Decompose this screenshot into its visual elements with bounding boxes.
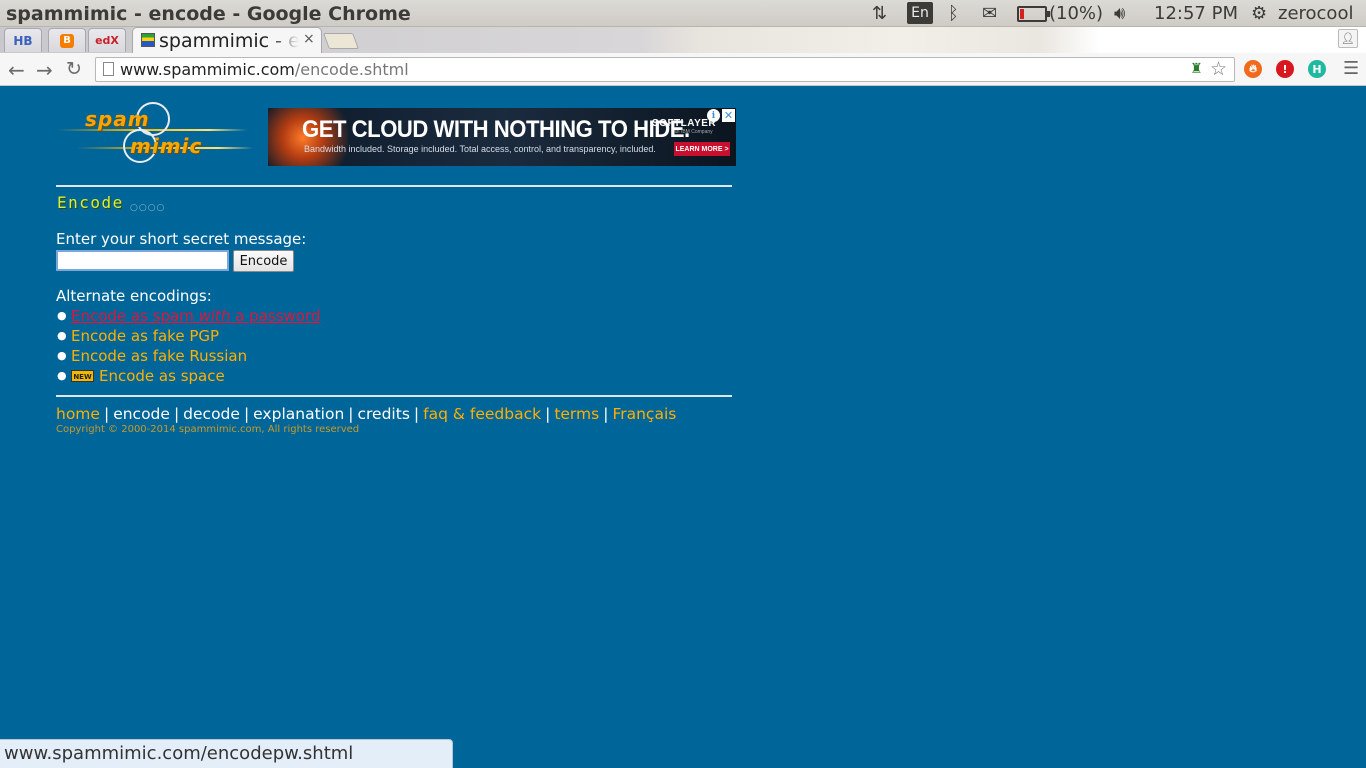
address-bar[interactable]: www.spammimic.com/encode.shtml ♜ ☆ bbox=[95, 57, 1235, 82]
nav-separator: | bbox=[348, 405, 354, 423]
reload-icon[interactable]: ↻ bbox=[66, 58, 82, 80]
divider bbox=[56, 185, 732, 187]
alternate-encodings-label: Alternate encodings: bbox=[56, 287, 212, 305]
profile-icon[interactable]: 👤︎ bbox=[1338, 29, 1358, 48]
hb-favicon-icon: HB bbox=[13, 33, 33, 48]
url-path: /encode.shtml bbox=[294, 60, 409, 79]
nav-explanation-link[interactable]: explanation bbox=[253, 405, 344, 423]
tab-title: spammimic - encode bbox=[159, 30, 299, 52]
message-prompt-label: Enter your short secret message: bbox=[56, 230, 307, 248]
nav-separator: | bbox=[545, 405, 551, 423]
logo-word-mimic: mimic bbox=[130, 134, 203, 158]
nav-separator: | bbox=[243, 405, 250, 423]
window-title: spammimic - encode - Google Chrome bbox=[6, 3, 411, 25]
nav-credits-link[interactable]: credits bbox=[358, 405, 410, 423]
ad-brand: SOFTLAYER bbox=[652, 118, 717, 129]
stop-extension-icon[interactable]: ! bbox=[1276, 60, 1294, 78]
tab-strip: HB B edX spammimic - encode × 👤︎ bbox=[0, 27, 1366, 53]
pinned-tab-edx[interactable]: edX bbox=[88, 28, 126, 52]
tab-close-icon[interactable]: × bbox=[303, 31, 315, 47]
address-url[interactable]: www.spammimic.com/encode.shtml bbox=[120, 60, 409, 79]
new-tab-button[interactable] bbox=[323, 33, 359, 49]
copyright: Copyright © 2000-2014 spammimic.com, All… bbox=[56, 424, 360, 435]
mail-icon[interactable]: ✉ bbox=[982, 2, 997, 25]
chrome-menu-icon[interactable]: ☰ bbox=[1343, 58, 1359, 79]
bullet: ● bbox=[57, 329, 67, 342]
list-item: ● Encode as fake PGP bbox=[57, 327, 219, 345]
encode-spam-password-link[interactable]: Encode as spam with a password bbox=[71, 307, 320, 325]
status-bubble: www.spammimic.com/encodepw.shtml bbox=[0, 739, 453, 768]
url-host: www.spammimic.com bbox=[120, 60, 295, 79]
pinned-tab-blogger[interactable]: B bbox=[48, 28, 86, 52]
system-top-panel: spammimic - encode - Google Chrome ⇅ En … bbox=[0, 0, 1366, 27]
encode-as-space-link[interactable]: Encode as space bbox=[99, 367, 225, 385]
bullet: ● bbox=[57, 369, 67, 382]
network-updown-icon[interactable]: ⇅ bbox=[872, 2, 887, 25]
ad-info-icon[interactable]: i bbox=[707, 109, 720, 122]
spammimic-favicon-icon bbox=[141, 33, 155, 47]
ad-subtext: Bandwidth included. Storage included. To… bbox=[304, 144, 656, 154]
blogger-favicon-icon: B bbox=[60, 33, 74, 48]
pinned-tab-hb[interactable]: HB bbox=[4, 28, 42, 52]
volume-icon[interactable]: 🔊︎ bbox=[1114, 2, 1125, 25]
title-decoration: ○○○○ bbox=[130, 203, 166, 213]
battery-icon bbox=[1017, 5, 1050, 22]
encode-fake-pgp-link[interactable]: Encode as fake PGP bbox=[71, 327, 219, 345]
encode-fake-russian-link[interactable]: Encode as fake Russian bbox=[71, 347, 247, 365]
encode-button[interactable]: Encode bbox=[233, 250, 294, 272]
browser-toolbar: ← → ↻ www.spammimic.com/encode.shtml ♜ ☆… bbox=[0, 53, 1366, 86]
keyboard-language-indicator[interactable]: En bbox=[907, 2, 933, 24]
bullet: ● bbox=[57, 309, 67, 322]
nav-francais-link[interactable]: Français bbox=[612, 405, 676, 423]
user-name[interactable]: zerocool bbox=[1278, 2, 1353, 25]
section-title: Encode bbox=[57, 193, 124, 212]
nav-faq-feedback-link[interactable]: faq & feedback bbox=[423, 405, 541, 423]
ad-learn-more-button[interactable]: LEARN MORE > bbox=[674, 142, 730, 156]
list-item: ● Encode as fake Russian bbox=[57, 347, 247, 365]
logo-word-spam: spam bbox=[85, 107, 150, 131]
nav-terms-link[interactable]: terms bbox=[554, 405, 599, 423]
list-item: ● NEW Encode as space bbox=[57, 367, 225, 385]
new-badge: NEW bbox=[71, 370, 94, 382]
clock[interactable]: 12:57 PM bbox=[1154, 2, 1238, 25]
page-icon bbox=[103, 62, 114, 76]
nav-encode-link[interactable]: encode bbox=[113, 405, 170, 423]
ad-headline: GET CLOUD WITH NOTHING TO HIDE. bbox=[302, 116, 690, 143]
spammimic-logo[interactable]: spam mimic bbox=[57, 102, 255, 164]
footer-nav: home | encode | decode | explanation | credits | f… bbox=[56, 405, 676, 423]
link-text: a password bbox=[230, 307, 321, 325]
nav-home-link[interactable]: home bbox=[56, 405, 100, 423]
fire-extension-icon[interactable]: 🔥︎ bbox=[1244, 60, 1262, 78]
secret-message-input[interactable] bbox=[56, 250, 229, 271]
battery-indicator[interactable]: (10%) bbox=[1017, 2, 1103, 25]
page-action-icon[interactable]: ♜ bbox=[1190, 61, 1203, 77]
page-content: spam mimic GET CLOUD WITH NOTHING TO HID… bbox=[0, 87, 1366, 768]
nav-separator: | bbox=[413, 405, 420, 423]
tab-spammimic-encode[interactable]: spammimic - encode × bbox=[132, 27, 322, 53]
gear-icon[interactable]: ⚙ bbox=[1251, 2, 1267, 25]
list-item: ● Encode as spam with a password bbox=[57, 307, 320, 325]
ad-banner[interactable]: GET CLOUD WITH NOTHING TO HIDE. Bandwidt… bbox=[268, 108, 736, 166]
edx-favicon-icon: edX bbox=[95, 34, 119, 47]
nav-separator: | bbox=[173, 405, 180, 423]
ad-brand-sub: an IBM Company bbox=[674, 129, 713, 135]
divider bbox=[56, 395, 732, 397]
bookmark-star-icon[interactable]: ☆ bbox=[1210, 58, 1227, 80]
link-text-emphasis: with bbox=[198, 307, 231, 325]
battery-percent: (10%) bbox=[1049, 3, 1104, 24]
ad-close-icon[interactable]: ✕ bbox=[722, 109, 735, 122]
nav-decode-link[interactable]: decode bbox=[183, 405, 240, 423]
bluetooth-icon[interactable]: ᛒ bbox=[948, 2, 959, 25]
link-text: Encode as spam bbox=[71, 307, 199, 325]
forward-arrow-icon[interactable]: → bbox=[36, 58, 53, 82]
h-extension-icon[interactable]: H bbox=[1308, 60, 1326, 78]
bullet: ● bbox=[57, 349, 67, 362]
status-url: www.spammimic.com/encodepw.shtml bbox=[4, 743, 354, 764]
nav-separator: | bbox=[603, 405, 609, 423]
nav-separator: | bbox=[103, 405, 110, 423]
back-arrow-icon[interactable]: ← bbox=[8, 58, 25, 82]
